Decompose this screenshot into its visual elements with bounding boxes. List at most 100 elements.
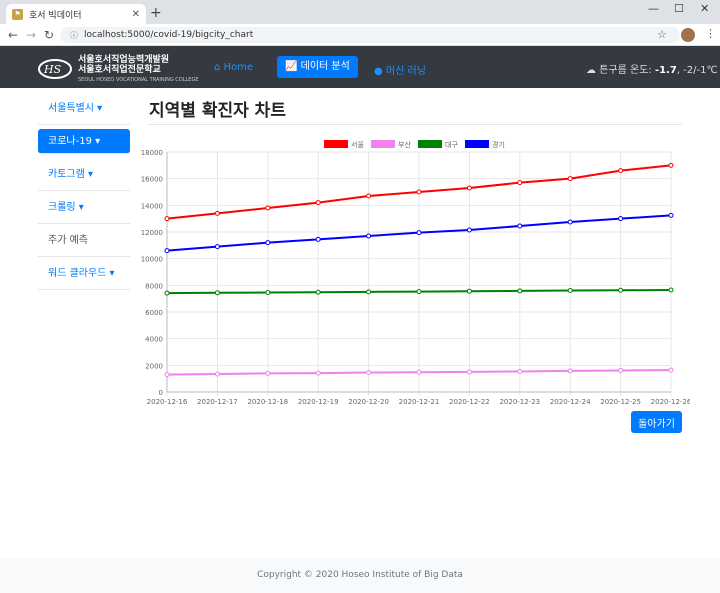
title-divider bbox=[148, 124, 682, 125]
data-point bbox=[265, 370, 271, 376]
data-point bbox=[164, 290, 170, 296]
data-point bbox=[164, 372, 170, 378]
top-navbar: HS 서울호서직업능력개발원 서울호서직업전문학교 SEOUL HOSEO VO… bbox=[0, 46, 720, 88]
nav-home-label: Home bbox=[223, 62, 254, 73]
data-point bbox=[416, 289, 422, 295]
data-point bbox=[265, 240, 271, 246]
weather-widget: ☁ 튼구름 온도: -1.7, -2/-1℃ bbox=[586, 61, 718, 76]
globe-icon: ● bbox=[374, 66, 383, 77]
data-point bbox=[567, 176, 573, 182]
nav-home[interactable]: ⌂ Home bbox=[214, 62, 253, 73]
data-point bbox=[517, 368, 523, 374]
data-point bbox=[416, 369, 422, 375]
reload-icon[interactable]: ↻ bbox=[44, 28, 54, 42]
url-field[interactable]: ⓘ localhost:5000/covid-19/bigcity_chart bbox=[60, 27, 680, 43]
back-button[interactable]: 돌아가기 bbox=[631, 411, 682, 433]
data-point bbox=[315, 236, 321, 242]
sidebar-item-word-cloud[interactable]: 워드 클라우드 ▾ bbox=[38, 257, 130, 290]
y-tick-label: 6000 bbox=[145, 309, 163, 317]
data-point bbox=[366, 289, 372, 295]
data-point bbox=[416, 189, 422, 195]
data-point bbox=[416, 230, 422, 236]
weather-range: , -2/-1℃ bbox=[676, 65, 718, 76]
data-point bbox=[164, 216, 170, 222]
maximize-icon[interactable]: ☐ bbox=[674, 2, 684, 15]
x-tick-label: 2020-12-25 bbox=[600, 398, 641, 406]
page-title: 지역별 확진자 차트 bbox=[149, 101, 286, 121]
x-tick-label: 2020-12-21 bbox=[399, 398, 440, 406]
data-point bbox=[567, 219, 573, 225]
copyright-text: Copyright © 2020 Hoseo Institute of Big … bbox=[257, 570, 463, 580]
browser-tab[interactable]: ⚑ 호서 빅데이터 ✕ bbox=[6, 4, 146, 24]
data-point bbox=[618, 368, 624, 374]
data-point bbox=[618, 287, 624, 293]
legend-label: 경기 bbox=[492, 140, 505, 149]
data-point bbox=[567, 288, 573, 294]
info-icon[interactable]: ⓘ bbox=[70, 30, 78, 41]
data-point bbox=[466, 227, 472, 233]
sidebar-item-crawling[interactable]: 크롤링 ▾ bbox=[38, 191, 130, 224]
footer: Copyright © 2020 Hoseo Institute of Big … bbox=[0, 558, 720, 593]
address-bar: ← → ↻ ⓘ localhost:5000/covid-19/bigcity_… bbox=[0, 24, 720, 46]
close-tab-icon[interactable]: ✕ bbox=[132, 9, 140, 20]
brand-logo-icon[interactable]: HS bbox=[38, 54, 72, 80]
data-point bbox=[466, 369, 472, 375]
sidebar-item-cartogram[interactable]: 카토그램 ▾ bbox=[38, 158, 130, 191]
legend-swatch bbox=[418, 140, 442, 148]
nav-machine-learning-label: 머신 러닝 bbox=[385, 66, 426, 77]
y-tick-label: 8000 bbox=[145, 282, 163, 290]
y-tick-label: 10000 bbox=[141, 256, 163, 264]
profile-avatar[interactable] bbox=[681, 28, 695, 42]
data-point bbox=[265, 290, 271, 296]
data-point bbox=[517, 288, 523, 294]
data-point bbox=[265, 205, 271, 211]
data-point bbox=[567, 368, 573, 374]
data-point bbox=[517, 180, 523, 186]
sidebar-item-stock-prediction[interactable]: 주가 예측 bbox=[38, 224, 130, 257]
forward-icon[interactable]: → bbox=[26, 28, 36, 42]
y-tick-label: 0 bbox=[159, 389, 163, 397]
favicon-icon: ⚑ bbox=[12, 8, 23, 20]
line-chart: 0 2000 4000 6000 8000 10000 12000 14000 16000 180… bbox=[141, 140, 690, 406]
nav-data-analysis[interactable]: 📈 데이터 분석 bbox=[277, 56, 358, 78]
menu-kebab-icon[interactable]: ⋮ bbox=[705, 27, 716, 40]
nav-machine-learning[interactable]: ● 머신 러닝 bbox=[374, 62, 426, 77]
tab-title: 호서 빅데이터 bbox=[29, 10, 82, 21]
brand-line1: 서울호서직업능력개발원 bbox=[78, 55, 170, 65]
legend-swatch bbox=[324, 140, 348, 148]
data-point bbox=[315, 200, 321, 206]
data-point bbox=[618, 216, 624, 222]
y-tick-label: 2000 bbox=[145, 362, 163, 370]
back-icon[interactable]: ← bbox=[8, 28, 18, 42]
x-tick-label: 2020-12-18 bbox=[247, 398, 288, 406]
x-tick-label: 2020-12-20 bbox=[348, 398, 389, 406]
minimize-icon[interactable]: — bbox=[648, 2, 659, 15]
chart-icon: 📈 bbox=[285, 61, 298, 72]
data-point bbox=[315, 289, 321, 295]
data-point bbox=[315, 370, 321, 376]
brand-name[interactable]: 서울호서직업능력개발원 서울호서직업전문학교 SEOUL HOSEO VOCAT… bbox=[78, 55, 198, 85]
window-close-icon[interactable]: ✕ bbox=[700, 2, 709, 15]
x-tick-label: 2020-12-23 bbox=[499, 398, 540, 406]
browser-tabstrip: ⚑ 호서 빅데이터 ✕ + — ☐ ✕ bbox=[0, 0, 720, 24]
weather-label: 튼구름 온도: bbox=[599, 65, 652, 76]
data-point bbox=[366, 193, 372, 199]
url-text: localhost:5000/covid-19/bigcity_chart bbox=[84, 30, 254, 40]
bookmark-star-icon[interactable]: ☆ bbox=[657, 28, 667, 41]
x-tick-label: 2020-12-17 bbox=[197, 398, 238, 406]
sidebar-item-covid19[interactable]: 코로나-19 ▾ bbox=[38, 129, 130, 154]
legend-label: 부산 bbox=[398, 140, 411, 149]
data-point bbox=[466, 185, 472, 191]
y-tick-label: 18000 bbox=[141, 149, 163, 157]
cloud-icon: ☁ bbox=[586, 65, 596, 76]
data-point bbox=[668, 212, 674, 218]
x-tick-label: 2020-12-26 bbox=[651, 398, 690, 406]
new-tab-icon[interactable]: + bbox=[150, 5, 162, 21]
svg-text:HS: HS bbox=[43, 63, 62, 76]
home-icon: ⌂ bbox=[214, 62, 221, 73]
data-point bbox=[214, 210, 220, 216]
weather-temp: -1.7 bbox=[654, 65, 677, 76]
sidebar-item-seoul[interactable]: 서울특별시 ▾ bbox=[38, 92, 130, 125]
x-tick-label: 2020-12-24 bbox=[550, 398, 591, 406]
y-tick-label: 16000 bbox=[141, 176, 163, 184]
